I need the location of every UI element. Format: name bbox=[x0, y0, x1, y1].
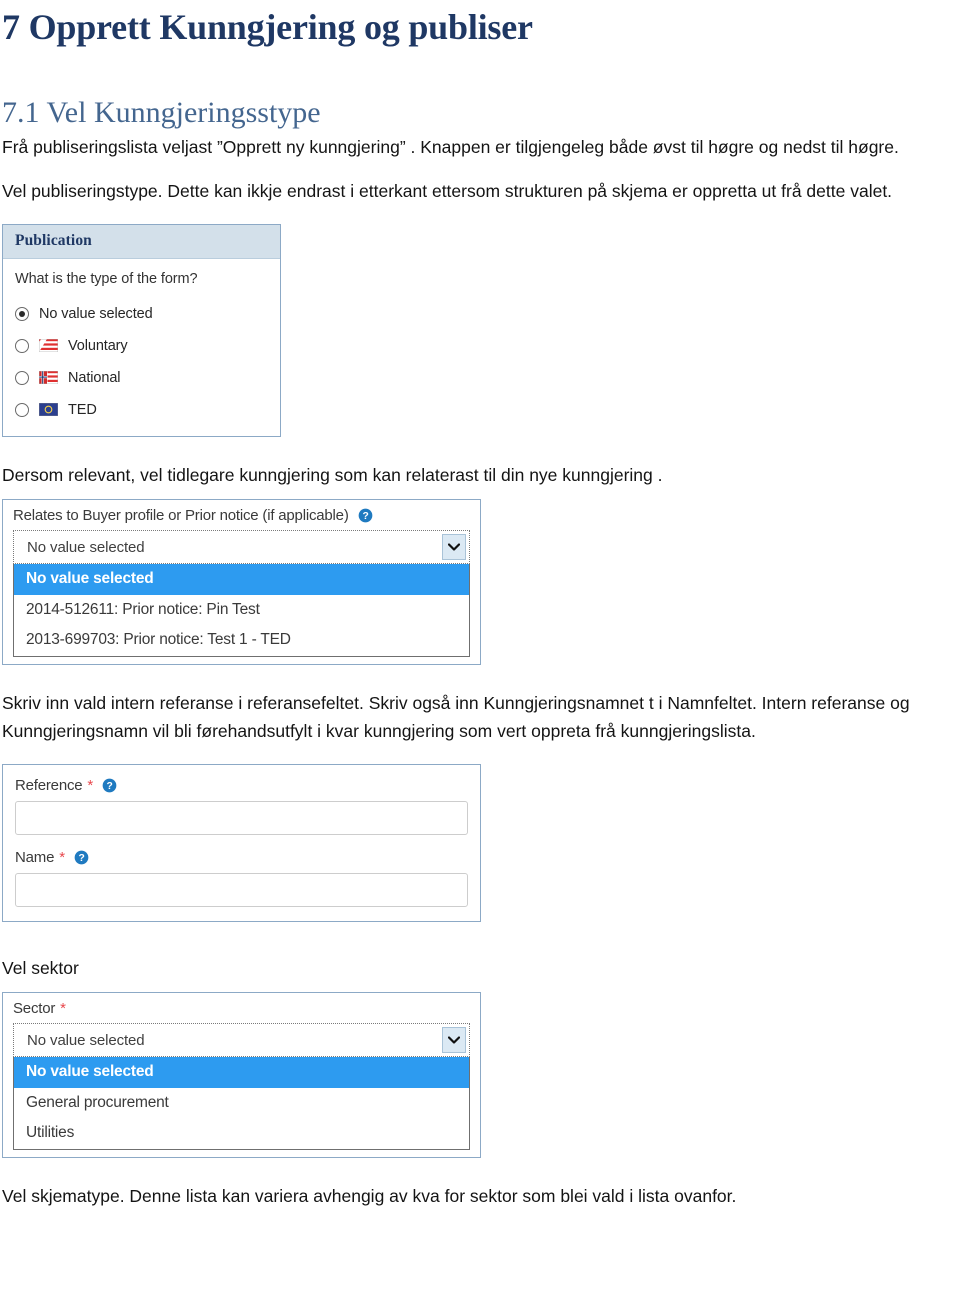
dropdown-option[interactable]: No value selected bbox=[14, 1057, 469, 1088]
required-marker: * bbox=[60, 1000, 66, 1018]
sector-label-row: Sector * bbox=[3, 993, 480, 1023]
prior-notice-select-wrap: No value selected bbox=[3, 530, 480, 564]
section-heading-7-1: 7.1 Vel Kunngjeringsstype bbox=[2, 96, 321, 130]
prior-notice-option-list[interactable]: No value selected 2014-512611: Prior not… bbox=[13, 564, 470, 658]
radio-option-national[interactable]: National bbox=[15, 362, 280, 394]
radio-button-icon[interactable] bbox=[15, 306, 29, 321]
paragraph-publication-type: Vel publiseringstype. Dette kan ikkje en… bbox=[2, 181, 893, 202]
name-input[interactable] bbox=[15, 872, 468, 907]
help-icon[interactable]: ? bbox=[358, 508, 373, 523]
radio-option-ted[interactable]: TED bbox=[15, 394, 280, 426]
page-title: 7 Opprett Kunngjering og publiser bbox=[2, 7, 533, 47]
eu-flag-icon bbox=[39, 403, 58, 417]
help-icon[interactable]: ? bbox=[74, 850, 89, 865]
publication-panel-screenshot: Publication What is the type of the form… bbox=[2, 223, 281, 437]
sector-select[interactable]: No value selected bbox=[13, 1023, 470, 1058]
chevron-down-icon[interactable] bbox=[442, 1027, 466, 1054]
sector-select-wrap: No value selected bbox=[3, 1023, 480, 1058]
sector-label: Sector bbox=[13, 1000, 56, 1018]
radio-option-label: Voluntary bbox=[68, 337, 128, 354]
reference-panel-screenshot: Reference * ? Name * ? bbox=[2, 763, 481, 922]
dropdown-option[interactable]: No value selected bbox=[14, 564, 469, 595]
dropdown-option[interactable]: General procurement bbox=[14, 1088, 469, 1119]
radio-button-icon[interactable] bbox=[15, 370, 29, 385]
reference-label: Reference bbox=[15, 776, 83, 794]
radio-option-label: National bbox=[68, 369, 121, 386]
svg-text:?: ? bbox=[362, 511, 368, 522]
radio-option-label: TED bbox=[68, 401, 97, 418]
svg-text:?: ? bbox=[107, 781, 113, 792]
publication-panel-title: Publication bbox=[3, 224, 280, 259]
dropdown-option[interactable]: Utilities bbox=[14, 1118, 469, 1149]
document-page: 7 Opprett Kunngjering og publiser 7.1 Ve… bbox=[0, 0, 960, 1299]
reference-label-row: Reference * ? bbox=[15, 777, 468, 794]
prior-notice-select[interactable]: No value selected bbox=[13, 530, 470, 564]
radio-option-voluntary[interactable]: Voluntary bbox=[15, 330, 280, 362]
voluntary-flag-icon bbox=[39, 339, 58, 353]
reference-input[interactable] bbox=[15, 800, 468, 835]
chevron-down-icon[interactable] bbox=[442, 534, 466, 560]
svg-text:?: ? bbox=[78, 853, 84, 864]
sector-panel-screenshot: Sector * No value selected No value sele… bbox=[2, 992, 481, 1159]
prior-notice-label: Relates to Buyer profile or Prior notice… bbox=[13, 507, 349, 524]
radio-button-icon[interactable] bbox=[15, 402, 29, 417]
paragraph-vel-sektor: Vel sektor bbox=[2, 957, 79, 978]
radio-button-icon[interactable] bbox=[15, 338, 29, 353]
radio-option-no-value-selected[interactable]: No value selected bbox=[15, 298, 280, 330]
prior-notice-panel-screenshot: Relates to Buyer profile or Prior notice… bbox=[2, 499, 481, 666]
paragraph-vel-skjematype: Vel skjematype. Denne lista kan variera … bbox=[2, 1186, 737, 1207]
name-label: Name bbox=[15, 848, 55, 866]
sector-option-list[interactable]: No value selected General procurement Ut… bbox=[13, 1057, 470, 1151]
name-label-row: Name * ? bbox=[15, 849, 468, 866]
dropdown-option[interactable]: 2014-512611: Prior notice: Pin Test bbox=[14, 595, 469, 626]
help-icon[interactable]: ? bbox=[102, 778, 117, 793]
required-marker: * bbox=[59, 848, 65, 866]
paragraph-prior-notice: Dersom relevant, vel tidlegare kunngjeri… bbox=[2, 464, 663, 485]
paragraph-reference-name: Skriv inn vald intern referanse i refera… bbox=[2, 693, 910, 742]
sector-selected-value: No value selected bbox=[27, 1031, 145, 1049]
publication-panel-body: What is the type of the form? No value s… bbox=[3, 259, 280, 436]
dropdown-option[interactable]: 2013-699703: Prior notice: Test 1 - TED bbox=[14, 625, 469, 656]
radio-option-label: No value selected bbox=[39, 305, 153, 322]
form-type-question: What is the type of the form? bbox=[15, 270, 198, 287]
required-marker: * bbox=[87, 776, 94, 794]
prior-notice-label-row: Relates to Buyer profile or Prior notice… bbox=[3, 500, 480, 530]
prior-notice-selected-value: No value selected bbox=[27, 538, 145, 556]
paragraph-intro: Frå publiseringslista veljast ”Opprett n… bbox=[2, 136, 899, 157]
norway-flag-icon bbox=[39, 371, 58, 385]
